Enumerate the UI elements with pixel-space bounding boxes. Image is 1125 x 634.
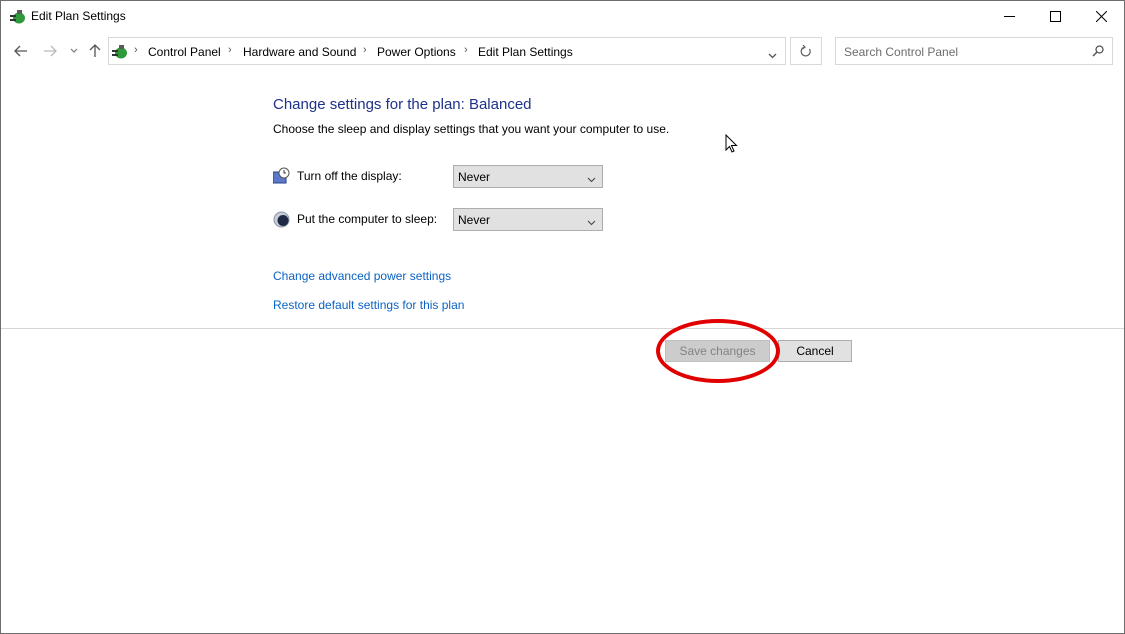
window-title: Edit Plan Settings <box>31 9 126 23</box>
chevron-down-icon <box>587 172 596 186</box>
breadcrumb-power-options[interactable]: Power Options <box>377 45 456 59</box>
minimize-icon <box>1003 16 1015 17</box>
close-button[interactable] <box>1078 1 1124 32</box>
sleep-timeout-value: Never <box>458 213 491 227</box>
breadcrumb-hardware-and-sound[interactable]: Hardware and Sound <box>243 45 356 59</box>
recent-locations-button[interactable] <box>65 42 83 60</box>
forward-arrow-icon <box>44 45 57 57</box>
display-timeout-select[interactable]: Never <box>453 165 603 188</box>
back-button[interactable] <box>12 42 30 60</box>
address-dropdown-button[interactable] <box>768 48 777 62</box>
maximize-icon <box>1049 11 1061 22</box>
title-bar: Edit Plan Settings <box>1 1 1124 33</box>
up-arrow-icon <box>89 44 101 57</box>
advanced-power-settings-link[interactable]: Change advanced power settings <box>273 269 451 283</box>
search-icon[interactable] <box>1092 45 1104 60</box>
save-changes-button[interactable]: Save changes <box>665 340 770 362</box>
page-description: Choose the sleep and display settings th… <box>273 122 670 136</box>
minimize-button[interactable] <box>986 1 1032 32</box>
chevron-down-icon <box>587 215 596 229</box>
mouse-cursor-icon <box>725 133 738 157</box>
restore-defaults-link[interactable]: Restore default settings for this plan <box>273 298 464 312</box>
cancel-button[interactable]: Cancel <box>778 340 852 362</box>
up-button[interactable] <box>86 42 104 60</box>
address-row: › Control Panel › Hardware and Sound › P… <box>1 36 1124 68</box>
breadcrumb-edit-plan-settings[interactable]: Edit Plan Settings <box>478 45 573 59</box>
display-timeout-label: Turn off the display: <box>297 169 402 183</box>
back-arrow-icon <box>14 45 27 57</box>
control-panel-icon <box>111 43 128 63</box>
edit-plan-settings-window: Edit Plan Settings › Control Panel › Har… <box>0 0 1125 634</box>
breadcrumb-control-panel[interactable]: Control Panel <box>148 45 221 59</box>
breadcrumb-separator-icon: › <box>363 44 367 56</box>
breadcrumb-separator-icon: › <box>134 44 138 56</box>
sleep-timeout-select[interactable]: Never <box>453 208 603 231</box>
breadcrumb-separator-icon: › <box>464 44 468 56</box>
address-bar[interactable]: › Control Panel › Hardware and Sound › P… <box>108 37 786 65</box>
page-heading: Change settings for the plan: Balanced <box>273 96 532 113</box>
search-input[interactable]: Search Control Panel <box>835 37 1113 65</box>
chevron-down-icon <box>70 48 78 53</box>
forward-button[interactable] <box>41 42 59 60</box>
divider <box>1 328 1124 329</box>
sleep-moon-icon <box>273 211 290 228</box>
refresh-icon <box>800 44 811 56</box>
sleep-timeout-label: Put the computer to sleep: <box>297 212 438 226</box>
display-clock-icon <box>272 167 290 184</box>
search-placeholder: Search Control Panel <box>844 45 959 59</box>
breadcrumb-separator-icon: › <box>228 44 232 56</box>
power-options-icon <box>9 8 26 25</box>
refresh-button[interactable] <box>790 37 822 65</box>
chevron-down-icon <box>768 53 777 59</box>
display-timeout-value: Never <box>458 170 491 184</box>
close-icon <box>1095 11 1107 22</box>
maximize-button[interactable] <box>1032 1 1078 32</box>
